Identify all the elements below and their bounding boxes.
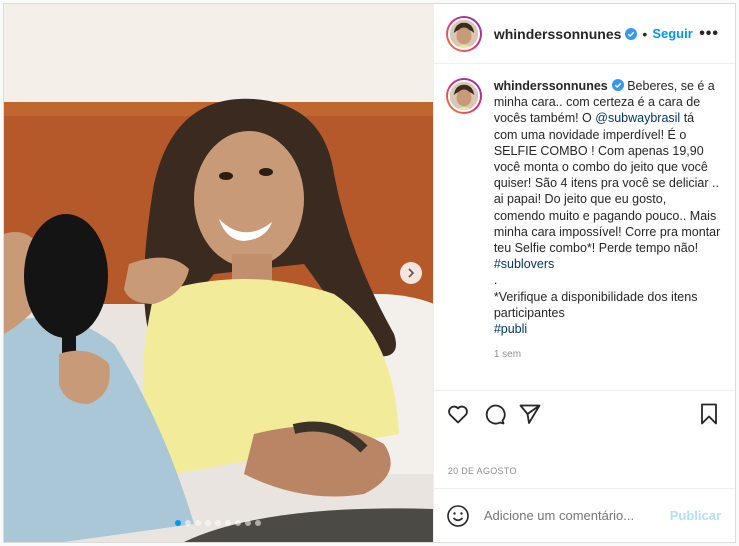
caption-dot-line: . — [493, 273, 498, 288]
add-comment-bar: Publicar — [433, 488, 735, 542]
carousel-dot — [175, 520, 182, 526]
post-date: 20 DE AGOSTO — [447, 466, 517, 476]
carousel-dot — [245, 520, 252, 526]
comment-icon[interactable] — [482, 402, 506, 426]
bookmark-icon[interactable] — [697, 402, 721, 426]
mention-link[interactable]: @subwaybrasil — [595, 111, 680, 125]
carousel-dot — [205, 520, 212, 526]
carousel-dot — [255, 520, 262, 526]
verified-badge-icon — [611, 79, 624, 91]
author-username[interactable]: whinderssonnunes — [494, 26, 622, 42]
post-header: whinderssonnunes • Seguir ••• — [433, 4, 735, 64]
post-caption: whinderssonnunes Beberes, se é a minha c… — [494, 78, 721, 337]
caption-time[interactable]: 1 sem — [494, 349, 721, 360]
hashtag-link-sublovers[interactable]: #sublovers — [494, 257, 554, 271]
action-bar — [433, 390, 735, 436]
follow-button[interactable]: Seguir — [652, 26, 692, 41]
smiley-icon[interactable] — [446, 504, 470, 528]
hashtag-link-publi[interactable]: #publi — [494, 322, 527, 336]
carousel-dot — [185, 520, 192, 526]
verified-badge-icon — [625, 27, 638, 40]
header-separator: • — [642, 25, 648, 42]
author-avatar[interactable] — [445, 15, 482, 52]
avatar-image — [449, 82, 478, 110]
carousel-dot — [195, 520, 202, 526]
instagram-post: whinderssonnunes • Seguir ••• whindersso… — [3, 3, 736, 543]
post-media[interactable] — [4, 4, 433, 542]
carousel-indicator — [4, 520, 433, 526]
comments-area: whinderssonnunes Beberes, se é a minha c… — [434, 64, 735, 390]
heart-icon[interactable] — [446, 402, 470, 426]
comment-input[interactable] — [483, 508, 670, 523]
post-sidebar: whinderssonnunes • Seguir ••• whindersso… — [432, 4, 735, 542]
caption-text-part2: tá com uma novidade imperdível! É o SELF… — [493, 111, 721, 256]
carousel-dot — [215, 520, 222, 526]
caption-note: *Verifique a disponibilidade dos itens p… — [493, 289, 698, 320]
avatar-image — [449, 19, 478, 48]
carousel-next-button[interactable] — [399, 262, 422, 284]
carousel-dot — [225, 520, 232, 526]
post-photo — [4, 4, 433, 542]
caption-username[interactable]: whinderssonnunes — [494, 79, 608, 93]
publish-button[interactable]: Publicar — [670, 508, 721, 523]
carousel-dot — [235, 520, 242, 526]
caption-row: whinderssonnunes Beberes, se é a minha c… — [445, 78, 721, 337]
caption-avatar[interactable] — [445, 78, 482, 114]
more-options-button[interactable]: ••• — [699, 25, 719, 43]
chevron-right-icon — [408, 268, 414, 278]
paper-plane-icon[interactable] — [518, 402, 542, 426]
